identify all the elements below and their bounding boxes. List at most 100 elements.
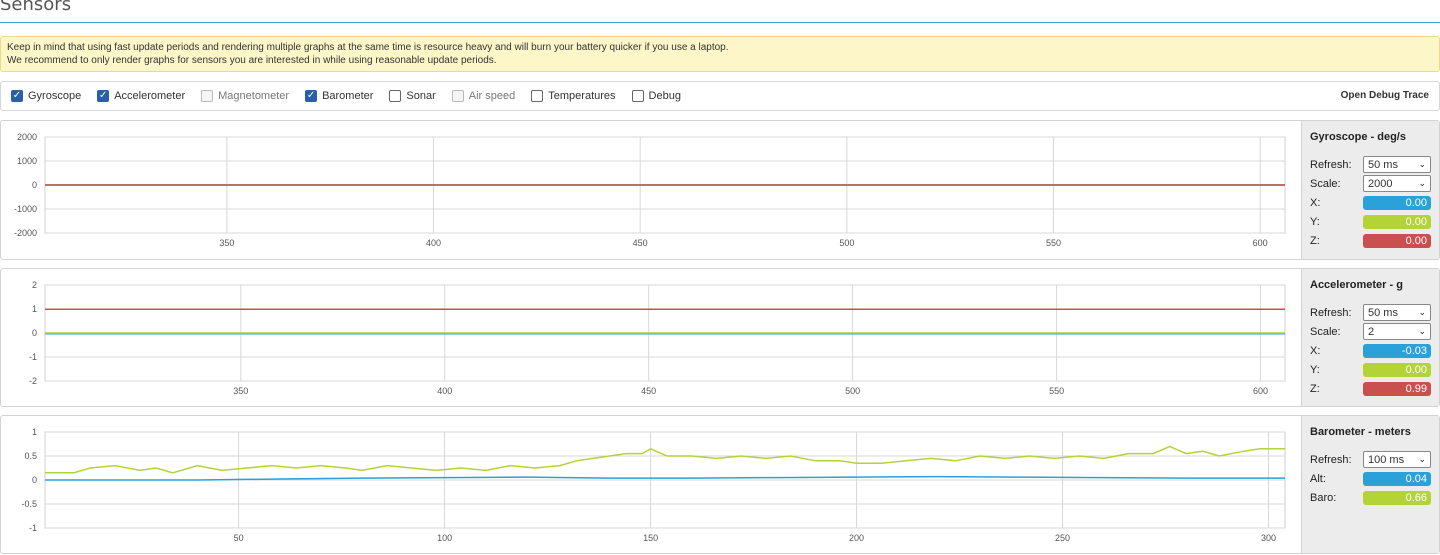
accel-x-label: X: xyxy=(1310,344,1321,357)
temperatures-label: Temperatures xyxy=(548,90,616,102)
gyroscope-label: Gyroscope xyxy=(28,90,82,102)
air-speed-label: Air speed xyxy=(468,90,516,102)
y-tick-label: -2000 xyxy=(14,228,37,238)
gyroscope-checkbox[interactable]: Gyroscope xyxy=(11,90,81,102)
x-tick-label: 500 xyxy=(839,238,854,248)
checkbox-box[interactable] xyxy=(97,90,110,102)
accel-refresh-label: Refresh: xyxy=(1310,306,1352,319)
gyro-refresh-label: Refresh: xyxy=(1310,158,1352,171)
chevron-down-icon: ⌄ xyxy=(1418,178,1426,188)
checkbox-box[interactable] xyxy=(389,90,402,102)
barometer-sidebar: Barometer - meters Refresh: 100 ms ⌄ Alt:… xyxy=(1301,416,1439,553)
temperatures-checkbox[interactable]: Temperatures xyxy=(531,90,616,102)
notice-line-1: Keep in mind that using fast update peri… xyxy=(7,42,729,53)
y-tick-label: 0 xyxy=(32,180,37,190)
checkbox-box xyxy=(201,90,214,102)
barometer-title: Barometer - meters xyxy=(1310,426,1411,438)
gyro-scale-select[interactable]: 2000 ⌄ xyxy=(1363,175,1431,192)
x-tick-label: 100 xyxy=(437,533,452,543)
accelerometer-sidebar: Accelerometer - g Refresh: 50 ms ⌄ Scale:… xyxy=(1301,269,1439,406)
chevron-down-icon: ⌄ xyxy=(1418,159,1426,169)
magnetometer-checkbox: Magnetometer xyxy=(201,90,289,102)
magnetometer-label: Magnetometer xyxy=(218,90,290,102)
x-tick-label: 600 xyxy=(1253,238,1268,248)
debug-checkbox[interactable]: Debug xyxy=(631,90,681,102)
barometer-chart: 1 0.5 0 -0.5 -1 50 100 150 200 250 300 xyxy=(21,427,1286,543)
accelerometer-title: Accelerometer - g xyxy=(1310,279,1403,291)
sonar-checkbox[interactable]: Sonar xyxy=(389,90,436,102)
accel-scale-value: 2 xyxy=(1368,325,1375,338)
checkbox-box[interactable] xyxy=(11,90,23,102)
x-tick-label: 400 xyxy=(437,386,452,396)
x-tick-label: 350 xyxy=(219,238,234,248)
gyro-refresh-select[interactable]: 50 ms ⌄ xyxy=(1363,156,1431,173)
baro-refresh-value: 100 ms xyxy=(1368,453,1405,466)
x-tick-label: 300 xyxy=(1261,533,1276,543)
x-tick-label: 150 xyxy=(643,533,658,543)
checkbox-box[interactable] xyxy=(531,90,544,102)
gyro-refresh-value: 50 ms xyxy=(1368,158,1398,171)
y-tick-label: 0 xyxy=(32,475,37,485)
baro-alt-label: Alt: xyxy=(1310,472,1326,485)
barometer-panel: 1 0.5 0 -0.5 -1 50 100 150 200 250 300 Barometer -… xyxy=(0,415,1440,554)
y-tick-label: -1000 xyxy=(14,204,37,214)
x-tick-label: 450 xyxy=(641,386,656,396)
x-tick-label: 250 xyxy=(1055,533,1070,543)
accel-x-value: -0.03 xyxy=(1363,343,1431,358)
y-tick-label: -1 xyxy=(29,352,37,362)
y-tick-label: -1 xyxy=(29,523,37,533)
x-tick-label: 550 xyxy=(1046,238,1061,248)
accel-z-label: Z: xyxy=(1310,382,1320,395)
x-tick-label: 350 xyxy=(233,386,248,396)
chevron-down-icon: ⌄ xyxy=(1418,326,1426,336)
x-tick-label: 550 xyxy=(1049,386,1064,396)
gyro-x-label: X: xyxy=(1310,196,1321,209)
gyro-z-label: Z: xyxy=(1310,234,1320,247)
y-tick-label: 1 xyxy=(32,304,37,314)
gyro-scale-value: 2000 xyxy=(1368,177,1393,190)
y-tick-label: -2 xyxy=(29,376,37,386)
x-tick-label: 450 xyxy=(633,238,648,248)
gyro-y-label: Y: xyxy=(1310,215,1320,228)
accelerometer-checkbox[interactable]: Accelerometer xyxy=(97,90,185,102)
sonar-label: Sonar xyxy=(406,90,436,102)
resource-warning-notice: Keep in mind that using fast update peri… xyxy=(0,36,1440,72)
debug-label: Debug xyxy=(648,90,681,102)
baro-refresh-label: Refresh: xyxy=(1310,453,1352,466)
accel-y-label: Y: xyxy=(1310,363,1320,376)
accelerometer-panel: 2 1 0 -1 -2 350 400 450 500 550 600 Accelerometer … xyxy=(0,268,1440,407)
gyro-scale-label: Scale: xyxy=(1310,177,1341,190)
x-tick-label: 400 xyxy=(426,238,441,248)
accel-y-value: 0.00 xyxy=(1363,362,1431,377)
y-tick-label: 1000 xyxy=(17,156,37,166)
y-tick-label: 2000 xyxy=(17,132,37,142)
title-rule xyxy=(0,22,1440,23)
sensor-toolbar: Gyroscope Accelerometer Magnetometer Barome… xyxy=(0,81,1440,111)
x-tick-label: 600 xyxy=(1253,386,1268,396)
x-tick-label: 200 xyxy=(849,533,864,543)
accel-scale-select[interactable]: 2 ⌄ xyxy=(1363,323,1431,340)
open-debug-trace-link[interactable]: Open Debug Trace xyxy=(1341,90,1429,101)
accel-refresh-select[interactable]: 50 ms ⌄ xyxy=(1363,304,1431,321)
gyro-y-value: 0.00 xyxy=(1363,214,1431,229)
gyroscope-title: Gyroscope - deg/s xyxy=(1310,131,1406,143)
chevron-down-icon: ⌄ xyxy=(1418,454,1426,464)
accel-z-value: 0.99 xyxy=(1363,381,1431,396)
gyroscope-panel: 2000 1000 0 -1000 -2000 350 400 450 500 550 600 Gy… xyxy=(0,120,1440,260)
checkbox-box[interactable] xyxy=(305,90,318,102)
gyroscope-sidebar: Gyroscope - deg/s Refresh: 50 ms ⌄ Scale:… xyxy=(1301,121,1439,259)
baro-refresh-select[interactable]: 100 ms ⌄ xyxy=(1363,451,1431,468)
gyro-z-value: 0.00 xyxy=(1363,233,1431,248)
notice-line-2: We recommend to only render graphs for s… xyxy=(7,55,497,66)
x-tick-label: 50 xyxy=(234,533,244,543)
barometer-label: Barometer xyxy=(322,90,374,102)
barometer-checkbox[interactable]: Barometer xyxy=(305,90,373,102)
baro-baro-value: 0.66 xyxy=(1363,490,1431,505)
y-tick-label: -0.5 xyxy=(21,499,37,509)
checkbox-box xyxy=(451,90,464,102)
checkbox-box[interactable] xyxy=(631,90,644,102)
y-tick-label: 0 xyxy=(32,328,37,338)
page-title: Sensors xyxy=(0,0,72,15)
y-tick-label: 1 xyxy=(32,427,37,437)
y-tick-label: 0.5 xyxy=(24,451,37,461)
